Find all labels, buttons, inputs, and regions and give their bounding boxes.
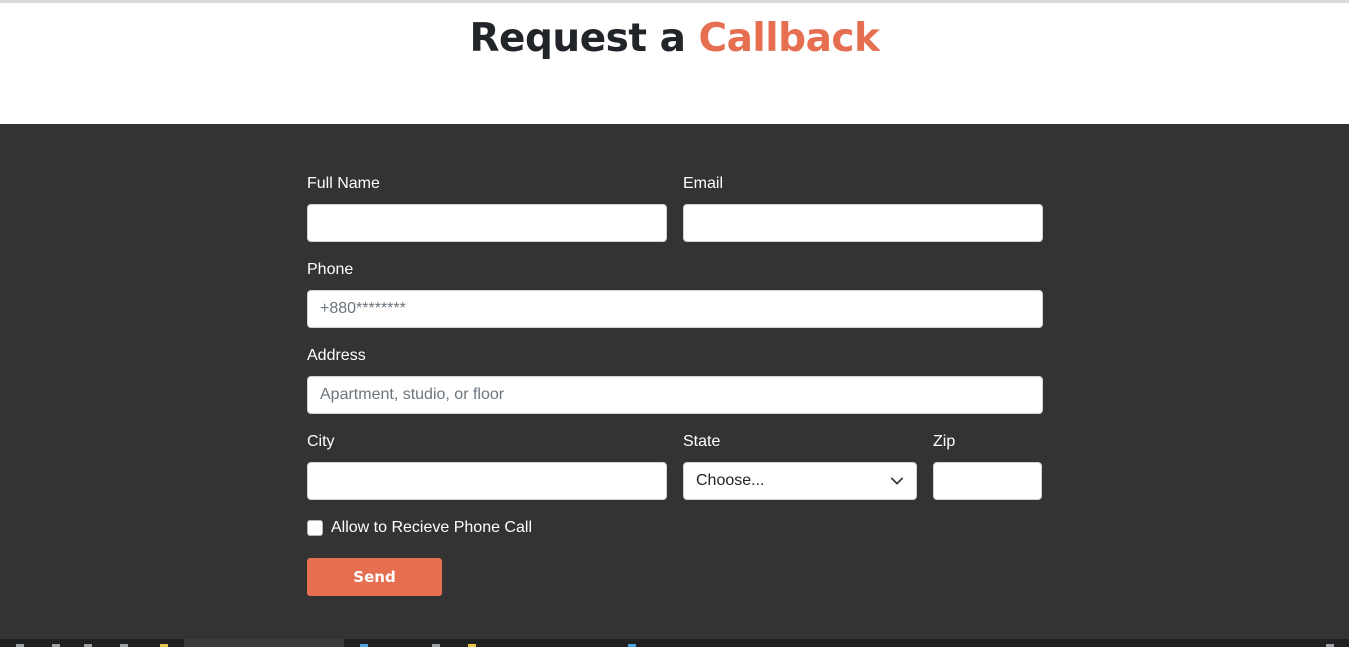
city-input[interactable] xyxy=(307,462,667,500)
email-input[interactable] xyxy=(683,204,1043,242)
taskbar-active-app[interactable] xyxy=(184,639,344,647)
page-title-main: Request a xyxy=(469,16,699,61)
page-header: Request a Callback xyxy=(0,3,1349,124)
phone-input[interactable] xyxy=(307,290,1043,328)
address-input[interactable] xyxy=(307,376,1043,414)
email-label: Email xyxy=(683,175,724,192)
page-title-accent: Callback xyxy=(698,16,880,61)
zip-label: Zip xyxy=(933,433,956,450)
callback-form: Full Name Email Phone Address City State… xyxy=(0,124,1349,639)
state-select[interactable]: Choose... xyxy=(683,462,917,500)
address-label: Address xyxy=(307,347,366,364)
phone-label: Phone xyxy=(307,261,354,278)
page-title: Request a Callback xyxy=(0,16,1349,62)
taskbar xyxy=(0,639,1349,647)
allow-call-checkbox[interactable] xyxy=(307,520,323,536)
zip-input[interactable] xyxy=(933,462,1042,500)
full-name-label: Full Name xyxy=(307,175,380,192)
state-selected-value: Choose... xyxy=(696,472,765,489)
state-label: State xyxy=(683,433,721,450)
allow-call-label[interactable]: Allow to Recieve Phone Call xyxy=(331,518,532,538)
chevron-down-icon xyxy=(890,477,904,485)
city-label: City xyxy=(307,433,335,450)
send-button[interactable]: Send xyxy=(307,558,442,596)
full-name-input[interactable] xyxy=(307,204,667,242)
